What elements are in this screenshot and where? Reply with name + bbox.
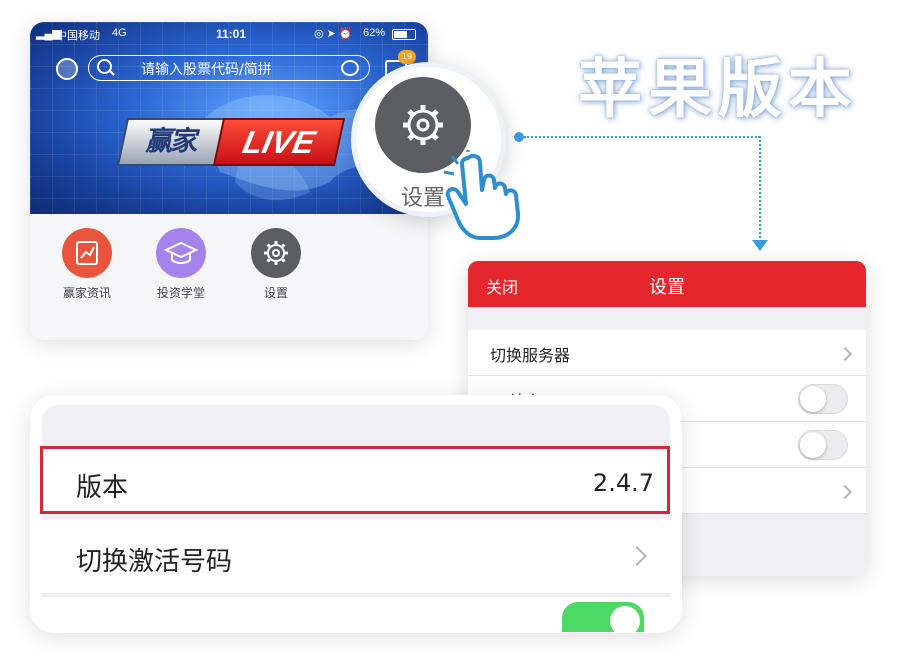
academy-label: 投资学堂 (156, 286, 205, 300)
connector-line (524, 136, 760, 138)
page-title: 苹果版本 (578, 53, 858, 127)
logo-live-text: LIVE (212, 118, 346, 166)
scan-icon[interactable] (341, 60, 359, 76)
chevron-right-icon (837, 346, 853, 362)
l2-site-toggle[interactable] (798, 384, 848, 414)
winner-live-logo: 赢家 LIVE (116, 118, 346, 166)
connector-line-vertical (759, 136, 761, 242)
status-bar: ▂▄▆ 中国移动 4G 11:01 ◎ ➤ ⏰ 62% (30, 24, 428, 44)
settings-button[interactable] (251, 228, 301, 278)
location-alarm-icons: ◎ ➤ ⏰ (314, 28, 353, 40)
settings-title: 设置 (649, 277, 685, 298)
connector-dot (514, 132, 524, 142)
search-input[interactable]: 请输入股票代码/简拼 (88, 55, 370, 81)
switch-activation-row[interactable]: 切换激活号码 (42, 519, 670, 593)
switch-server-label: 切换服务器 (490, 346, 571, 365)
academy-button[interactable] (156, 228, 206, 278)
toggle-on[interactable] (562, 602, 644, 632)
time-label: 11:01 (216, 27, 247, 41)
gear-icon (264, 241, 288, 265)
battery-icon (392, 29, 416, 40)
switch-activation-label: 切换激活号码 (76, 547, 233, 577)
chevron-right-icon (627, 546, 647, 566)
version-highlight-frame (40, 446, 670, 514)
message-badge: 19 (398, 50, 416, 64)
news-button[interactable] (62, 228, 112, 278)
settings-header: 关闭 设置 (468, 261, 866, 307)
network-label: 4G (112, 27, 127, 39)
logo-chinese-text: 赢家 (116, 118, 228, 166)
switch-server-row[interactable]: 切换服务器 (468, 330, 866, 376)
settings-row-3-toggle[interactable] (798, 430, 848, 460)
search-placeholder: 请输入股票代码/简拼 (141, 62, 272, 78)
search-icon (97, 59, 112, 74)
tap-hand-icon (443, 150, 521, 240)
battery-percent: 62% (363, 27, 386, 39)
settings-label: 设置 (263, 286, 288, 300)
arrow-down-icon (752, 240, 768, 251)
chevron-right-icon (837, 484, 853, 500)
carrier-label: 中国移动 (56, 30, 100, 42)
chart-book-icon (76, 241, 98, 265)
avatar[interactable] (56, 58, 78, 80)
news-label: 赢家资讯 (62, 286, 111, 300)
graduation-cap-icon (163, 241, 199, 264)
